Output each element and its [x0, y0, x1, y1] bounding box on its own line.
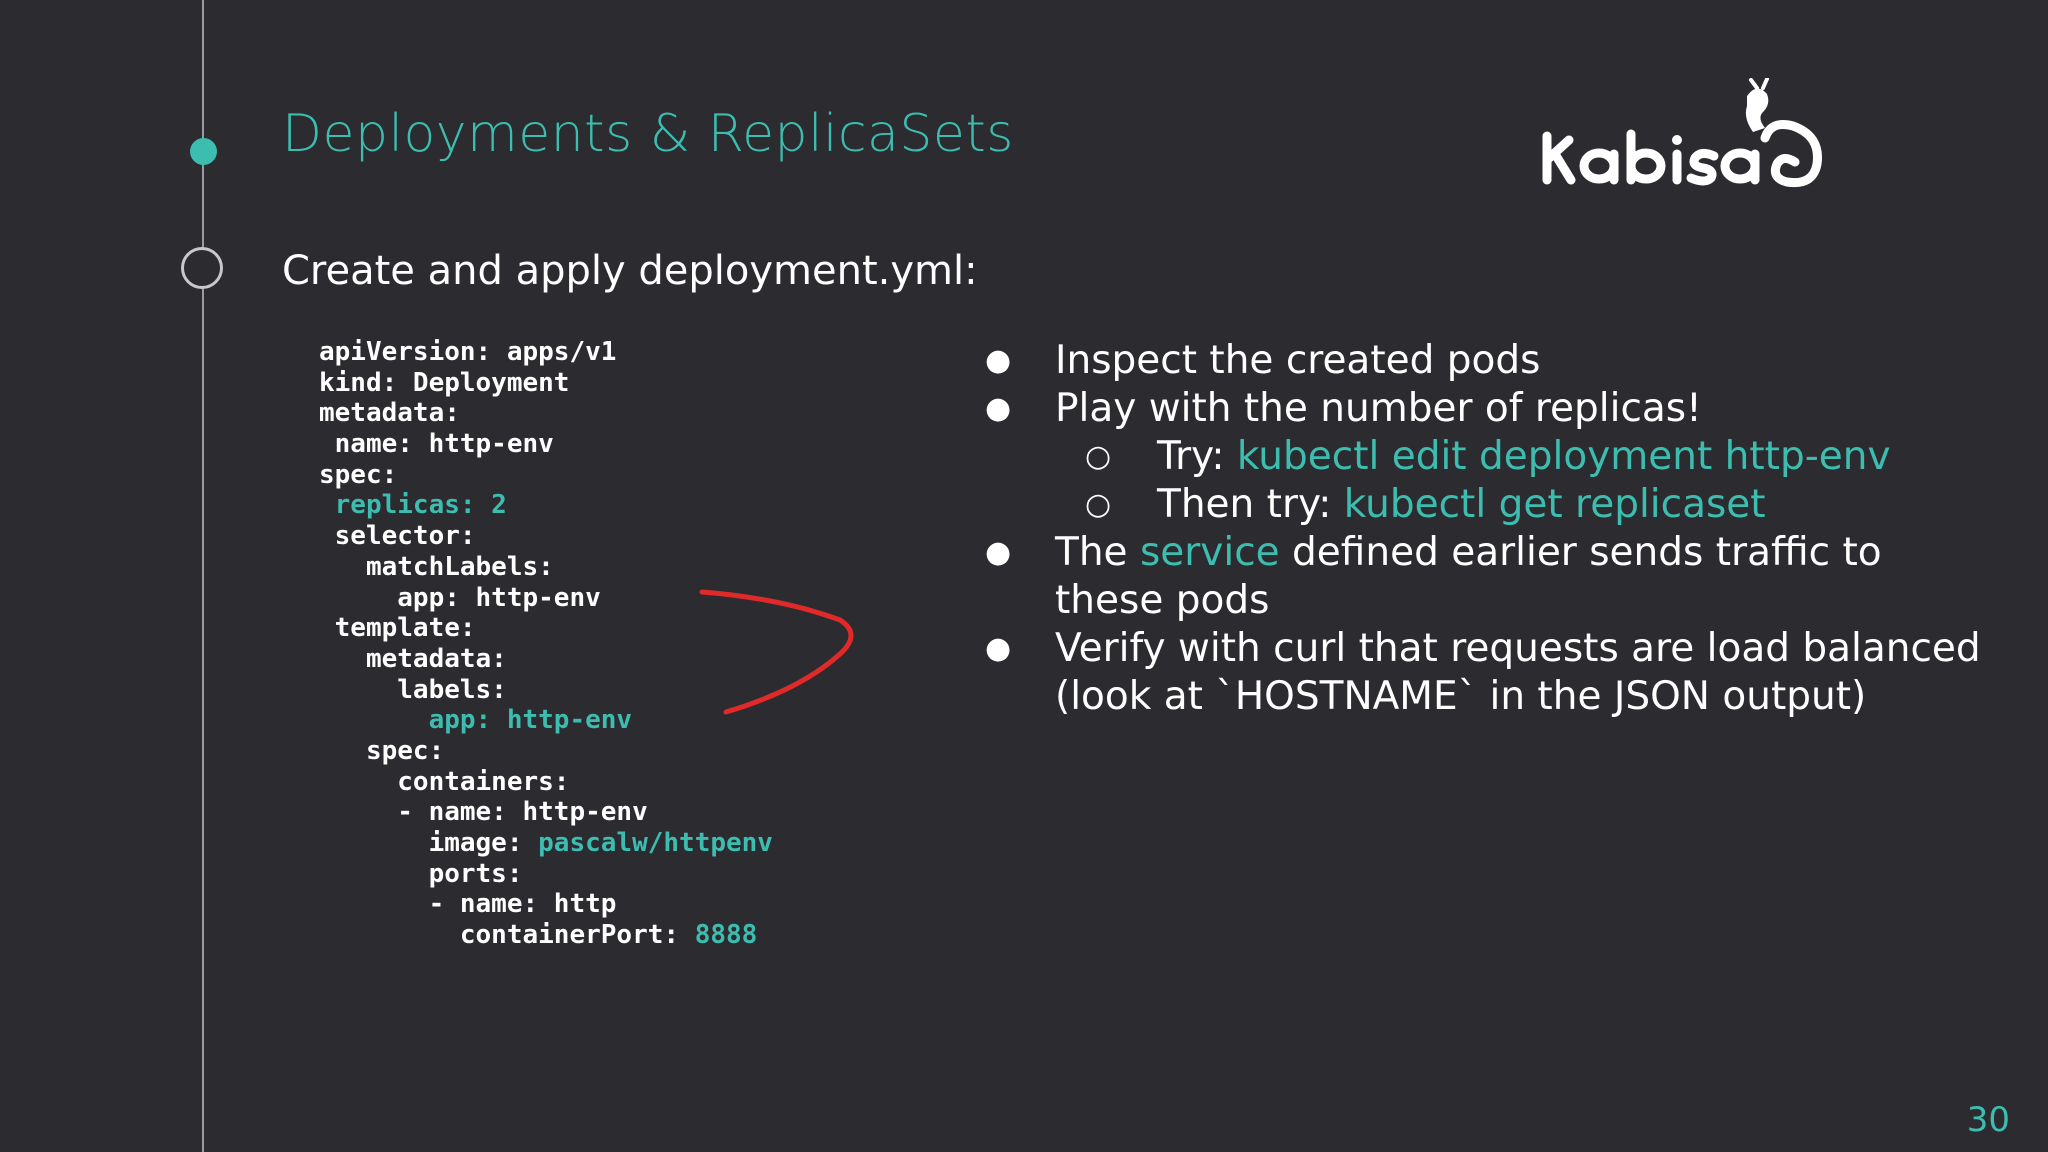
- sub-bullet-marker: ○: [1085, 487, 1112, 522]
- bullet-marker: ●: [985, 391, 1012, 426]
- code-line: - name: http: [319, 889, 617, 920]
- sub-bullet-command: kubectl edit deployment http-env: [1236, 434, 1891, 479]
- timeline-dot-filled: [190, 138, 217, 165]
- sub-bullet-prefix: Then try:: [1157, 482, 1344, 527]
- code-line: kind: Deployment: [319, 367, 570, 398]
- code-value-highlight: 8888: [694, 920, 758, 951]
- bullet-text-pre: The: [1055, 530, 1140, 575]
- bullet-text: Inspect the created pods: [1055, 338, 1541, 383]
- page-number: 30: [1966, 1100, 2010, 1140]
- code-line-highlight: replicas: 2: [319, 490, 507, 521]
- bullet-marker: ●: [985, 535, 1012, 570]
- bullet-item: ● The service defined earlier sends traf…: [985, 529, 1995, 625]
- code-line: metadata:: [319, 398, 460, 429]
- slide-subtitle: Create and apply deployment.yml:: [282, 248, 978, 294]
- code-key: containerPort:: [319, 920, 695, 951]
- sub-bullet-item: ○ Try: kubectl edit deployment http-env: [985, 433, 1995, 481]
- code-line: selector:: [319, 521, 476, 552]
- bullet-text: Play with the number of replicas!: [1055, 386, 1702, 431]
- bullet-text-accent: service: [1139, 530, 1280, 575]
- red-annotation-arrow: [699, 589, 854, 715]
- bullet-item: ● Inspect the created pods: [985, 337, 1995, 385]
- code-line: spec:: [319, 459, 398, 490]
- code-line: containerPort: 8888: [319, 920, 773, 951]
- code-line: image: pascalw/httpenv: [319, 828, 773, 859]
- bullet-list: ● Inspect the created pods ● Play with t…: [985, 337, 1995, 721]
- bullet-marker: ●: [985, 343, 1012, 378]
- code-line: - name: http-env: [319, 797, 648, 828]
- bullet-item: ● Play with the number of replicas!: [985, 385, 1995, 433]
- slide-title: Deployments & ReplicaSets: [282, 104, 1014, 164]
- timeline-line: [202, 0, 204, 1152]
- code-line: containers:: [319, 766, 570, 797]
- bullet-marker: ●: [985, 631, 1012, 666]
- sub-bullet-item: ○ Then try: kubectl get replicaset: [985, 481, 1995, 529]
- sub-bullet-prefix: Try:: [1157, 434, 1237, 479]
- code-line: name: http-env: [319, 429, 554, 460]
- code-line: ports:: [319, 858, 523, 889]
- timeline-dot-ring: [181, 247, 223, 289]
- sub-bullet-command: kubectl get replicaset: [1343, 482, 1766, 527]
- bullet-item: ● Verify with curl that requests are loa…: [985, 625, 1995, 721]
- kabisa-logo: [1542, 78, 1822, 188]
- code-value-highlight: pascalw/httpenv: [538, 828, 773, 858]
- code-key: image:: [319, 828, 539, 858]
- code-line: matchLabels:: [319, 551, 554, 582]
- sub-bullet-marker: ○: [1085, 439, 1112, 474]
- bullet-text: Verify with curl that requests are load …: [1055, 626, 1981, 719]
- code-line: apiVersion: apps/v1: [319, 337, 617, 367]
- code-line: spec:: [319, 735, 445, 766]
